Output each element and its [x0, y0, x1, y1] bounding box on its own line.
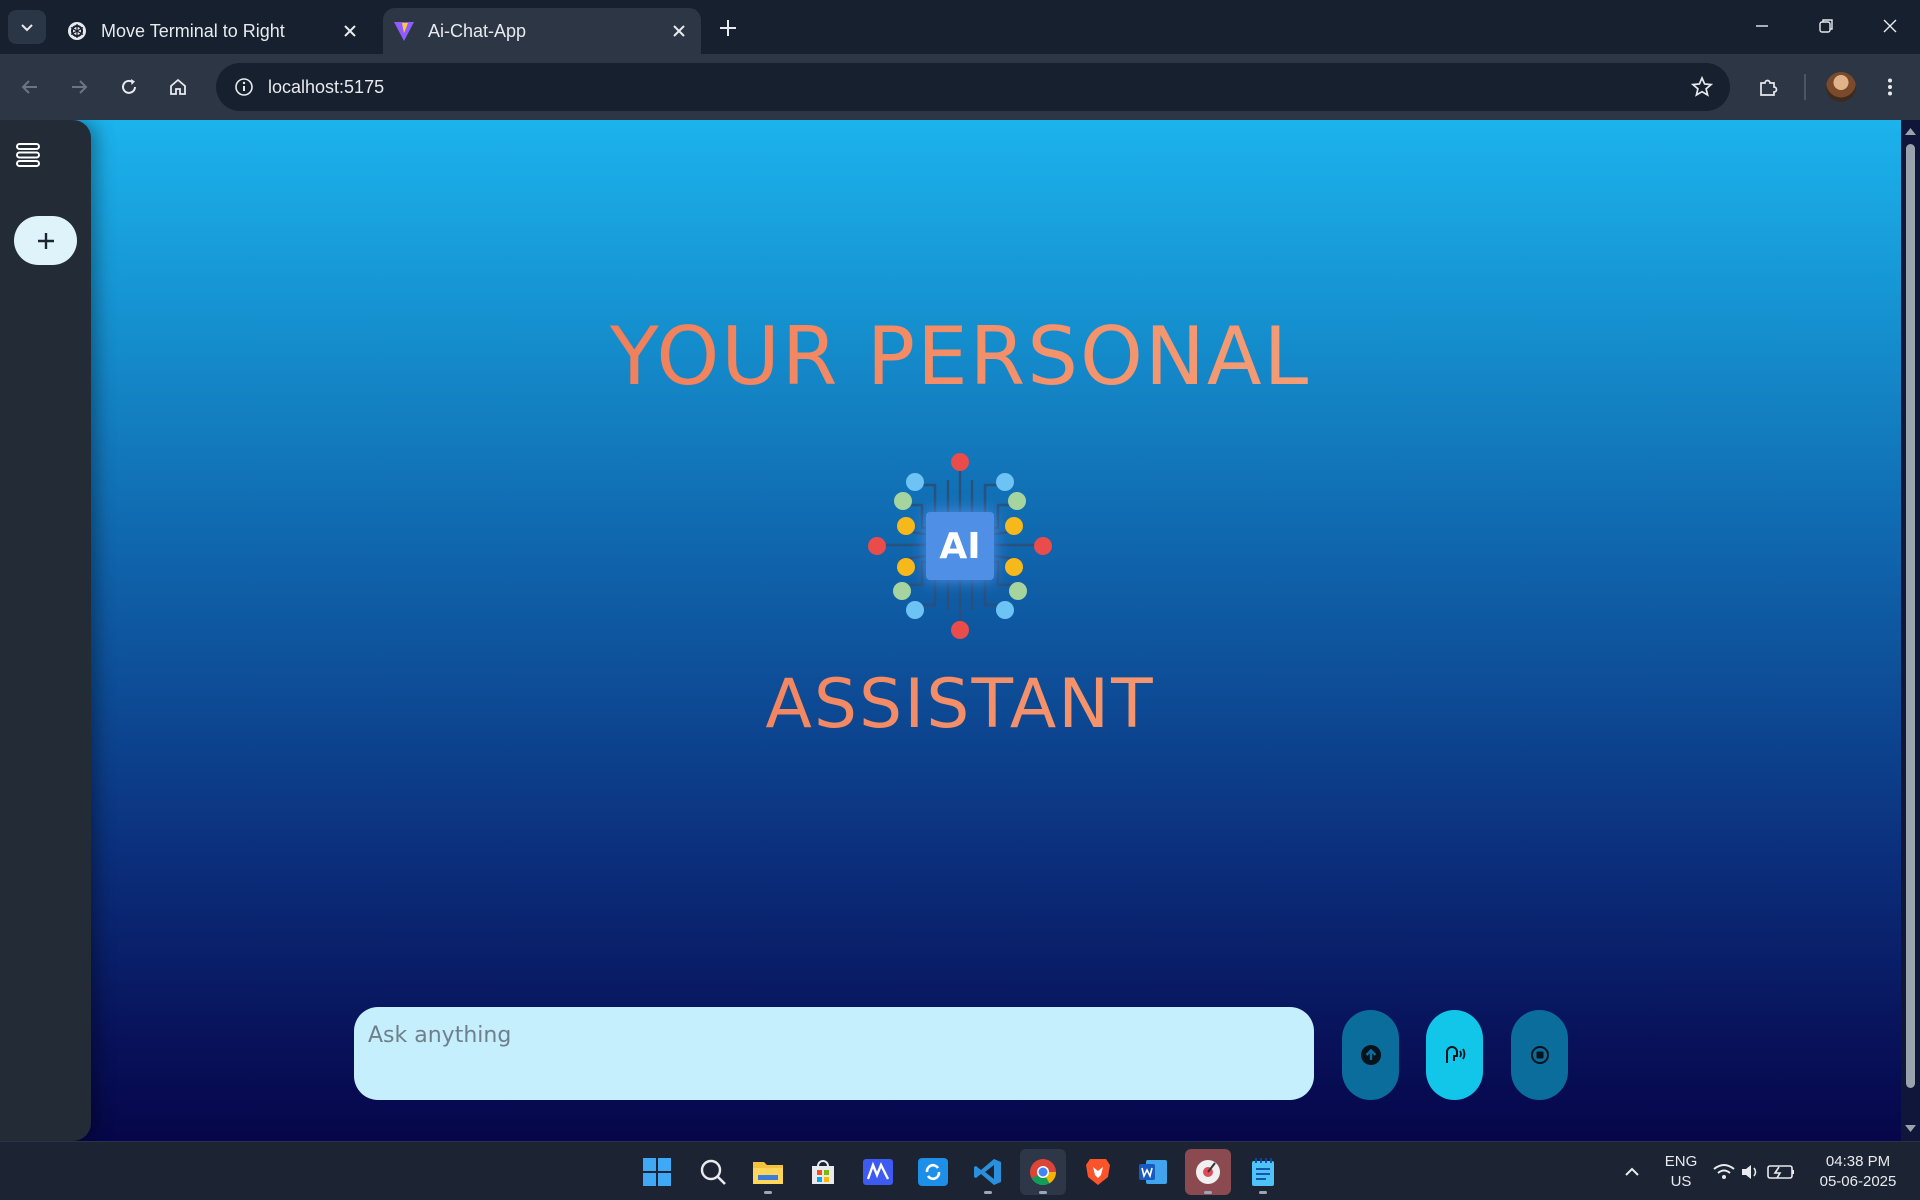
ai-logo-text: AI [939, 526, 980, 567]
profile-avatar[interactable] [1826, 72, 1856, 102]
stop-circle-icon [1530, 1046, 1549, 1064]
file-explorer-icon[interactable] [745, 1149, 791, 1195]
notepad-icon[interactable] [1240, 1149, 1286, 1195]
home-icon [170, 78, 186, 95]
clock-time: 04:38 PM [1825, 1153, 1891, 1170]
taskbar: ENG US 04:38 PM 05-06-2025 [0, 1141, 1920, 1200]
arrow-up-circle-icon [1360, 1045, 1381, 1065]
app-sync-icon[interactable] [910, 1149, 956, 1195]
site-info-icon[interactable] [220, 63, 268, 111]
more-vertical-icon [1888, 78, 1892, 96]
chat-input-box [354, 1007, 1314, 1100]
url-text: localhost:5175 [268, 76, 385, 97]
vscode-icon[interactable] [965, 1149, 1011, 1195]
toolbar-divider [1804, 74, 1806, 100]
page-scrollbar[interactable] [1901, 120, 1920, 1141]
clock[interactable]: 04:38 PM 05-06-2025 [1808, 1152, 1908, 1192]
tab-title: Move Terminal to Right [101, 20, 285, 41]
scrollbar-thumb[interactable] [1906, 144, 1915, 1088]
close-tab-icon[interactable] [336, 17, 364, 45]
extensions-button[interactable] [1750, 69, 1786, 105]
chrome-icon[interactable] [1020, 1149, 1066, 1195]
puzzle-icon [1760, 79, 1778, 96]
clock-date: 05-06-2025 [1819, 1173, 1897, 1190]
chevron-down-icon [21, 24, 33, 32]
hero-title-top: YOUR PERSONAL [91, 310, 1829, 403]
sidebar [0, 120, 91, 1141]
reload-icon [122, 79, 136, 94]
forward-button[interactable] [61, 69, 97, 105]
search-icon[interactable] [690, 1149, 736, 1195]
minimize-icon [1756, 25, 1768, 27]
close-window-button[interactable] [1866, 8, 1914, 44]
menu-icon [16, 143, 40, 167]
send-button[interactable] [1342, 1010, 1399, 1100]
page-viewport: YOUR PERSONAL AI ASSISTANT Ask anything [0, 120, 1920, 1141]
word-icon[interactable] [1130, 1149, 1176, 1195]
volume-icon [1742, 1165, 1757, 1179]
ai-chip-logo: AI [868, 453, 1052, 639]
plus-icon [37, 232, 54, 249]
back-button[interactable] [12, 69, 48, 105]
language-indicator[interactable]: ENG US [1654, 1152, 1708, 1192]
chat-input[interactable] [354, 1007, 1314, 1100]
scroll-down-icon[interactable] [1901, 1122, 1920, 1136]
tab-title: Ai-Chat-App [428, 20, 527, 41]
chevron-up-icon[interactable] [1609, 1149, 1655, 1195]
vite-icon [393, 20, 415, 42]
voice-speak-icon [1445, 1046, 1465, 1063]
language-code: ENG [1664, 1153, 1698, 1170]
browser-menu-button[interactable] [1872, 69, 1908, 105]
windows-start-icon[interactable] [634, 1149, 680, 1195]
tab-ai-chat-app[interactable]: Ai-Chat-App [383, 8, 701, 54]
browser-titlebar: Move Terminal to Right Ai-Chat-App [0, 0, 1920, 54]
new-chat-button[interactable] [14, 216, 77, 265]
battery-icon [1767, 1165, 1794, 1179]
tab-search-button[interactable] [8, 10, 46, 44]
restore-icon [1819, 19, 1833, 33]
home-button[interactable] [160, 69, 196, 105]
microsoft-store-icon[interactable] [800, 1149, 846, 1195]
arrow-right-icon [72, 80, 88, 94]
restore-button[interactable] [1802, 8, 1850, 44]
bookmark-star-icon[interactable] [1688, 73, 1716, 101]
reload-button[interactable] [111, 69, 147, 105]
browser-toolbar: localhost:5175 [0, 54, 1920, 120]
music-app-icon[interactable] [1185, 1149, 1231, 1195]
hero-title-bottom: ASSISTANT [91, 665, 1829, 744]
close-icon [1883, 19, 1897, 33]
system-tray-status[interactable] [1710, 1149, 1800, 1195]
stop-button[interactable] [1511, 1010, 1568, 1100]
address-bar[interactable]: localhost:5175 [216, 63, 1730, 111]
brave-icon[interactable] [1075, 1149, 1121, 1195]
new-tab-button[interactable] [712, 12, 744, 44]
close-tab-icon[interactable] [665, 17, 693, 45]
app-m-icon[interactable] [855, 1149, 901, 1195]
sidebar-menu-button[interactable] [13, 138, 43, 172]
voice-button[interactable] [1426, 1010, 1483, 1100]
minimize-button[interactable] [1738, 8, 1786, 44]
chatgpt-icon [66, 20, 88, 42]
plus-icon [720, 20, 736, 36]
tab-move-terminal[interactable]: Move Terminal to Right [56, 8, 372, 54]
wifi-icon [1713, 1164, 1735, 1179]
language-region: US [1670, 1173, 1692, 1190]
arrow-left-icon [21, 80, 37, 94]
scroll-up-icon[interactable] [1901, 124, 1920, 138]
